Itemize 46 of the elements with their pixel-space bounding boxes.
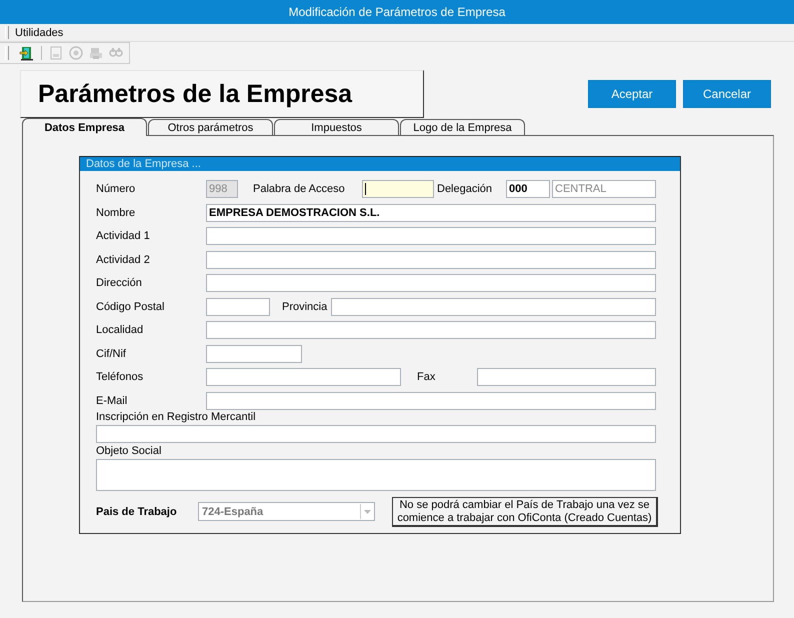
input-field[interactable]: [206, 344, 302, 362]
input-field[interactable]: [206, 227, 656, 245]
group-title: Datos de la Empresa ...: [80, 156, 680, 171]
field-label: Dirección: [96, 277, 143, 289]
field-label: Objeto Social: [96, 444, 162, 458]
input-field[interactable]: [477, 368, 656, 386]
field-label: Palabra de Acceso: [253, 183, 346, 195]
tab[interactable]: Datos Empresa: [22, 118, 147, 136]
field-label: Cif/Nif: [96, 348, 127, 360]
input-field[interactable]: [362, 180, 434, 198]
page-title: Parámetros de la Empresa: [20, 70, 424, 118]
field-label: Código Postal: [96, 300, 166, 312]
exit-door-icon[interactable]: [19, 45, 35, 61]
input-field[interactable]: 000: [506, 180, 550, 198]
input-field[interactable]: [206, 392, 656, 410]
menu-item[interactable]: Utilidades: [13, 26, 66, 38]
window-title: Modificación de Parámetros de Empresa: [288, 5, 506, 19]
caret-icon: [364, 510, 371, 514]
input-field[interactable]: [206, 274, 656, 292]
field-label: E-Mail: [96, 394, 128, 406]
field-label: Teléfonos: [96, 371, 144, 383]
input-field[interactable]: [206, 368, 401, 386]
field-label: Nombre: [96, 206, 136, 218]
field-label: Localidad: [96, 324, 144, 336]
field-label: Número: [96, 183, 136, 195]
input-field[interactable]: [96, 425, 656, 443]
tab[interactable]: Impuestos: [274, 119, 399, 135]
field-label: Actividad 1: [96, 230, 151, 242]
input-field[interactable]: [331, 298, 656, 316]
input-field[interactable]: [206, 298, 270, 316]
text-area[interactable]: [96, 458, 656, 490]
accept-button[interactable]: Aceptar: [588, 80, 676, 108]
notice-text: No se podrá cambiar el País de Trabajo una vez se comience a trabajar con OfiConta (Creado Cuentas): [392, 496, 658, 526]
cancel-button[interactable]: Cancelar: [683, 80, 771, 108]
field-label: Provincia: [282, 300, 328, 312]
input-field[interactable]: [206, 321, 656, 339]
field-label: Actividad 2: [96, 254, 151, 266]
field-label: Inscripción en Registro Mercantil: [96, 411, 257, 425]
tab[interactable]: Otros parámetros: [148, 119, 273, 135]
text-cursor: [365, 183, 366, 195]
field-label: Delegación: [437, 183, 494, 195]
input-field[interactable]: EMPRESA DEMOSTRACION S.L.: [206, 204, 656, 222]
tab[interactable]: Logo de la Empresa: [400, 119, 525, 135]
field-label: Pais de Trabajo: [96, 506, 178, 518]
field-label: Fax: [417, 371, 436, 383]
input-field[interactable]: [206, 250, 656, 268]
